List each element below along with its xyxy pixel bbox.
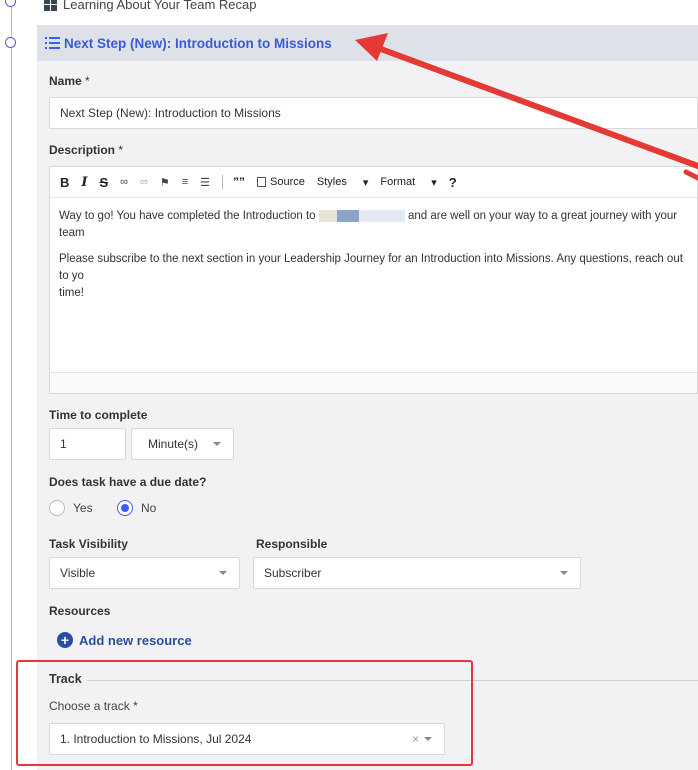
chevron-down-icon (213, 442, 221, 446)
radio-circle-icon (49, 500, 65, 516)
responsible-select[interactable]: Subscriber (253, 557, 581, 589)
timeline-node-current (5, 37, 16, 48)
link-icon[interactable]: ∞ (120, 176, 128, 188)
bulleted-list-icon[interactable]: ☰ (200, 176, 210, 189)
help-button[interactable]: ? (449, 175, 457, 190)
plus-circle-icon: + (57, 632, 73, 648)
step-edit-panel: Next Step (New): Introduction to Mission… (37, 25, 698, 770)
step-header[interactable]: Next Step (New): Introduction to Mission… (37, 25, 698, 61)
choose-track-label: Choose a track * (49, 699, 138, 713)
timeline-node-previous (5, 0, 16, 7)
editor-content[interactable]: Way to go! You have completed the Introd… (50, 198, 697, 302)
editor-toolbar: B I S ∞ ∞ ⚑ ≡ ☰ ”” Source Styles ▾ Forma… (50, 167, 697, 198)
format-dropdown[interactable]: Format (380, 176, 415, 188)
editor-status-bar (50, 372, 697, 393)
responsible-label: Responsible (256, 537, 328, 551)
list-icon (45, 37, 60, 49)
description-paragraph-2: Please subscribe to the next section in … (59, 253, 683, 299)
numbered-list-icon[interactable]: ≡ (182, 176, 188, 188)
due-date-no-radio[interactable]: No (117, 500, 156, 516)
time-to-complete-label: Time to complete (49, 408, 148, 422)
format-chevron-icon[interactable]: ▾ (431, 176, 437, 189)
name-input-value: Next Step (New): Introduction to Mission… (60, 106, 281, 120)
source-button[interactable]: Source (257, 176, 305, 188)
toolbar-separator (222, 175, 224, 189)
grid-icon (44, 0, 57, 11)
source-icon (257, 177, 267, 187)
redacted-text (336, 209, 359, 222)
blockquote-button[interactable]: ”” (233, 175, 245, 189)
chevron-down-icon (560, 571, 568, 575)
radio-selected-icon (117, 500, 133, 516)
step-title: Next Step (New): Introduction to Mission… (64, 35, 332, 51)
clear-icon[interactable]: × (412, 732, 419, 746)
styles-dropdown[interactable]: Styles (317, 176, 347, 188)
time-unit-select[interactable]: Minute(s) (131, 428, 234, 460)
strikethrough-button[interactable]: S (99, 175, 108, 190)
track-section-label: Track (49, 672, 82, 686)
resources-label: Resources (49, 604, 111, 618)
styles-chevron-icon[interactable]: ▾ (363, 176, 369, 189)
redacted-text (358, 209, 405, 222)
redacted-text (318, 209, 337, 222)
name-input[interactable]: Next Step (New): Introduction to Mission… (49, 97, 698, 129)
description-paragraph-1: Way to go! You have completed the Introd… (59, 209, 678, 239)
divider (87, 680, 698, 681)
track-select[interactable]: 1. Introduction to Missions, Jul 2024 × (49, 723, 445, 755)
bold-button[interactable]: B (60, 175, 69, 190)
add-resource-button[interactable]: + Add new resource (57, 632, 192, 648)
chevron-down-icon (424, 737, 432, 741)
previous-step-title: Learning About Your Team Recap (63, 0, 257, 12)
unlink-icon[interactable]: ∞ (140, 176, 148, 188)
previous-step-header[interactable]: Learning About Your Team Recap (44, 0, 256, 13)
chevron-down-icon (219, 571, 227, 575)
task-visibility-select[interactable]: Visible (49, 557, 240, 589)
timeline-line (11, 0, 12, 770)
time-value-input[interactable]: 1 (49, 428, 126, 460)
description-editor[interactable]: B I S ∞ ∞ ⚑ ≡ ☰ ”” Source Styles ▾ Forma… (49, 166, 698, 394)
due-date-label: Does task have a due date? (49, 475, 207, 489)
description-label: Description * (49, 143, 124, 157)
name-label: Name * (49, 74, 90, 88)
italic-button[interactable]: I (81, 175, 87, 190)
flag-icon[interactable]: ⚑ (160, 176, 170, 189)
task-visibility-label: Task Visibility (49, 537, 128, 551)
due-date-yes-radio[interactable]: Yes (49, 500, 93, 516)
